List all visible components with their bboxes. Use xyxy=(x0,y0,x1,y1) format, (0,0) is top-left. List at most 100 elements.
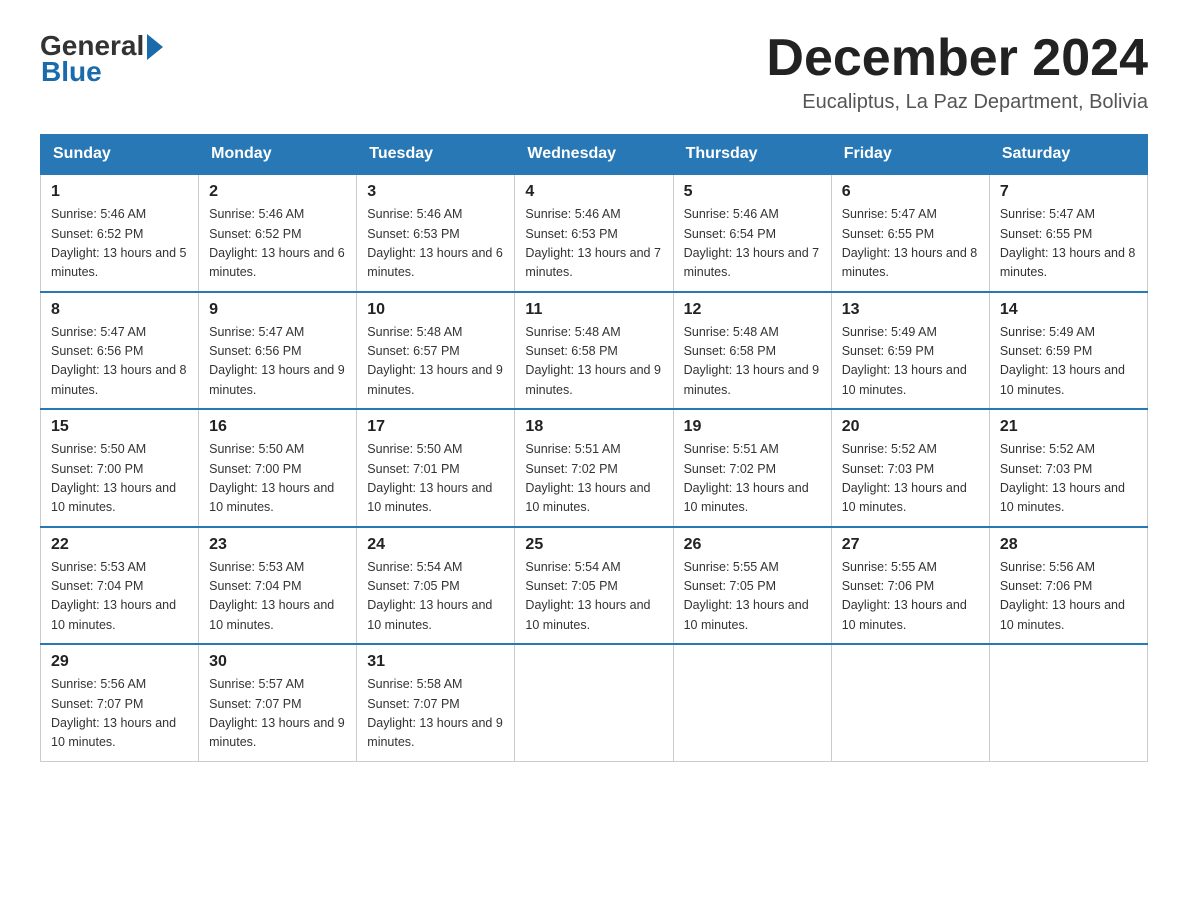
week-row-1: 1Sunrise: 5:46 AMSunset: 6:52 PMDaylight… xyxy=(41,174,1148,292)
calendar-table: Sunday Monday Tuesday Wednesday Thursday… xyxy=(40,134,1148,762)
day-cell: 9 Sunrise: 5:47 AMSunset: 6:56 PMDaylight… xyxy=(199,292,357,410)
day-info: Sunrise: 5:48 AMSunset: 6:58 PMDaylight:… xyxy=(684,323,821,401)
day-number: 8 xyxy=(51,301,188,319)
day-number: 18 xyxy=(525,418,662,436)
day-info: Sunrise: 5:51 AMSunset: 7:02 PMDaylight:… xyxy=(684,440,821,518)
day-number: 14 xyxy=(1000,301,1137,319)
day-cell: 15 Sunrise: 5:50 AMSunset: 7:00 PMDayligh… xyxy=(41,409,199,527)
week-row-4: 22 Sunrise: 5:53 AMSunset: 7:04 PMDayligh… xyxy=(41,527,1148,645)
day-cell xyxy=(831,644,989,761)
day-cell: 5 Sunrise: 5:46 AMSunset: 6:54 PMDaylight… xyxy=(673,174,831,292)
day-info: Sunrise: 5:46 AMSunset: 6:53 PMDaylight:… xyxy=(367,205,504,283)
day-info: Sunrise: 5:55 AMSunset: 7:06 PMDaylight:… xyxy=(842,558,979,636)
col-tuesday: Tuesday xyxy=(357,135,515,175)
day-number: 10 xyxy=(367,301,504,319)
col-sunday: Sunday xyxy=(41,135,199,175)
day-cell: 28 Sunrise: 5:56 AMSunset: 7:06 PMDayligh… xyxy=(989,527,1147,645)
week-row-5: 29Sunrise: 5:56 AMSunset: 7:07 PMDayligh… xyxy=(41,644,1148,761)
day-cell: 31Sunrise: 5:58 AMSunset: 7:07 PMDayligh… xyxy=(357,644,515,761)
day-number: 17 xyxy=(367,418,504,436)
day-info: Sunrise: 5:46 AMSunset: 6:53 PMDaylight:… xyxy=(525,205,662,283)
day-info: Sunrise: 5:55 AMSunset: 7:05 PMDaylight:… xyxy=(684,558,821,636)
day-number: 26 xyxy=(684,536,821,554)
day-number: 29 xyxy=(51,653,188,671)
logo-arrow-icon xyxy=(147,34,163,60)
day-cell: 19 Sunrise: 5:51 AMSunset: 7:02 PMDayligh… xyxy=(673,409,831,527)
day-cell: 27Sunrise: 5:55 AMSunset: 7:06 PMDayligh… xyxy=(831,527,989,645)
week-row-3: 15 Sunrise: 5:50 AMSunset: 7:00 PMDayligh… xyxy=(41,409,1148,527)
day-cell: 13 Sunrise: 5:49 AMSunset: 6:59 PMDayligh… xyxy=(831,292,989,410)
day-info: Sunrise: 5:51 AMSunset: 7:02 PMDaylight:… xyxy=(525,440,662,518)
day-number: 7 xyxy=(1000,183,1137,201)
day-info: Sunrise: 5:52 AMSunset: 7:03 PMDaylight:… xyxy=(1000,440,1137,518)
day-cell: 12 Sunrise: 5:48 AMSunset: 6:58 PMDayligh… xyxy=(673,292,831,410)
day-cell xyxy=(515,644,673,761)
day-info: Sunrise: 5:50 AMSunset: 7:00 PMDaylight:… xyxy=(209,440,346,518)
week-row-2: 8 Sunrise: 5:47 AMSunset: 6:56 PMDaylight… xyxy=(41,292,1148,410)
day-cell: 3 Sunrise: 5:46 AMSunset: 6:53 PMDaylight… xyxy=(357,174,515,292)
day-number: 24 xyxy=(367,536,504,554)
day-cell xyxy=(989,644,1147,761)
day-info: Sunrise: 5:46 AMSunset: 6:54 PMDaylight:… xyxy=(684,205,821,283)
day-number: 12 xyxy=(684,301,821,319)
day-number: 15 xyxy=(51,418,188,436)
day-number: 28 xyxy=(1000,536,1137,554)
day-number: 31 xyxy=(367,653,504,671)
location-title: Eucaliptus, La Paz Department, Bolivia xyxy=(766,91,1148,114)
day-cell: 21 Sunrise: 5:52 AMSunset: 7:03 PMDayligh… xyxy=(989,409,1147,527)
day-number: 30 xyxy=(209,653,346,671)
day-cell: 17 Sunrise: 5:50 AMSunset: 7:01 PMDayligh… xyxy=(357,409,515,527)
day-cell xyxy=(673,644,831,761)
day-cell: 2 Sunrise: 5:46 AMSunset: 6:52 PMDaylight… xyxy=(199,174,357,292)
day-info: Sunrise: 5:53 AMSunset: 7:04 PMDaylight:… xyxy=(209,558,346,636)
day-info: Sunrise: 5:46 AMSunset: 6:52 PMDaylight:… xyxy=(51,205,188,283)
day-cell: 18 Sunrise: 5:51 AMSunset: 7:02 PMDayligh… xyxy=(515,409,673,527)
day-info: Sunrise: 5:48 AMSunset: 6:58 PMDaylight:… xyxy=(525,323,662,401)
day-cell: 14Sunrise: 5:49 AMSunset: 6:59 PMDayligh… xyxy=(989,292,1147,410)
day-info: Sunrise: 5:47 AMSunset: 6:55 PMDaylight:… xyxy=(1000,205,1137,283)
day-info: Sunrise: 5:47 AMSunset: 6:55 PMDaylight:… xyxy=(842,205,979,283)
day-info: Sunrise: 5:47 AMSunset: 6:56 PMDaylight:… xyxy=(51,323,188,401)
day-info: Sunrise: 5:54 AMSunset: 7:05 PMDaylight:… xyxy=(367,558,504,636)
col-saturday: Saturday xyxy=(989,135,1147,175)
day-info: Sunrise: 5:52 AMSunset: 7:03 PMDaylight:… xyxy=(842,440,979,518)
day-cell: 10 Sunrise: 5:48 AMSunset: 6:57 PMDayligh… xyxy=(357,292,515,410)
day-info: Sunrise: 5:49 AMSunset: 6:59 PMDaylight:… xyxy=(842,323,979,401)
day-cell: 6 Sunrise: 5:47 AMSunset: 6:55 PMDaylight… xyxy=(831,174,989,292)
day-cell: 7 Sunrise: 5:47 AMSunset: 6:55 PMDaylight… xyxy=(989,174,1147,292)
day-number: 11 xyxy=(525,301,662,319)
day-number: 25 xyxy=(525,536,662,554)
day-number: 21 xyxy=(1000,418,1137,436)
day-info: Sunrise: 5:50 AMSunset: 7:00 PMDaylight:… xyxy=(51,440,188,518)
day-number: 22 xyxy=(51,536,188,554)
day-number: 19 xyxy=(684,418,821,436)
day-info: Sunrise: 5:46 AMSunset: 6:52 PMDaylight:… xyxy=(209,205,346,283)
day-number: 3 xyxy=(367,183,504,201)
day-number: 4 xyxy=(525,183,662,201)
day-info: Sunrise: 5:53 AMSunset: 7:04 PMDaylight:… xyxy=(51,558,188,636)
page-header: General Blue December 2024 Eucaliptus, L… xyxy=(40,30,1148,114)
day-number: 9 xyxy=(209,301,346,319)
day-info: Sunrise: 5:48 AMSunset: 6:57 PMDaylight:… xyxy=(367,323,504,401)
day-cell: 16Sunrise: 5:50 AMSunset: 7:00 PMDayligh… xyxy=(199,409,357,527)
day-number: 2 xyxy=(209,183,346,201)
col-friday: Friday xyxy=(831,135,989,175)
logo-blue-text: Blue xyxy=(41,56,102,88)
day-info: Sunrise: 5:47 AMSunset: 6:56 PMDaylight:… xyxy=(209,323,346,401)
day-cell: 8 Sunrise: 5:47 AMSunset: 6:56 PMDaylight… xyxy=(41,292,199,410)
day-cell: 30Sunrise: 5:57 AMSunset: 7:07 PMDayligh… xyxy=(199,644,357,761)
day-info: Sunrise: 5:56 AMSunset: 7:06 PMDaylight:… xyxy=(1000,558,1137,636)
day-info: Sunrise: 5:50 AMSunset: 7:01 PMDaylight:… xyxy=(367,440,504,518)
day-number: 23 xyxy=(209,536,346,554)
col-wednesday: Wednesday xyxy=(515,135,673,175)
day-cell: 26 Sunrise: 5:55 AMSunset: 7:05 PMDayligh… xyxy=(673,527,831,645)
day-cell: 20Sunrise: 5:52 AMSunset: 7:03 PMDayligh… xyxy=(831,409,989,527)
day-cell: 22 Sunrise: 5:53 AMSunset: 7:04 PMDayligh… xyxy=(41,527,199,645)
day-number: 13 xyxy=(842,301,979,319)
logo: General Blue xyxy=(40,30,163,88)
day-number: 5 xyxy=(684,183,821,201)
day-cell: 11 Sunrise: 5:48 AMSunset: 6:58 PMDayligh… xyxy=(515,292,673,410)
day-cell: 29Sunrise: 5:56 AMSunset: 7:07 PMDayligh… xyxy=(41,644,199,761)
title-section: December 2024 Eucaliptus, La Paz Departm… xyxy=(766,30,1148,114)
day-number: 6 xyxy=(842,183,979,201)
